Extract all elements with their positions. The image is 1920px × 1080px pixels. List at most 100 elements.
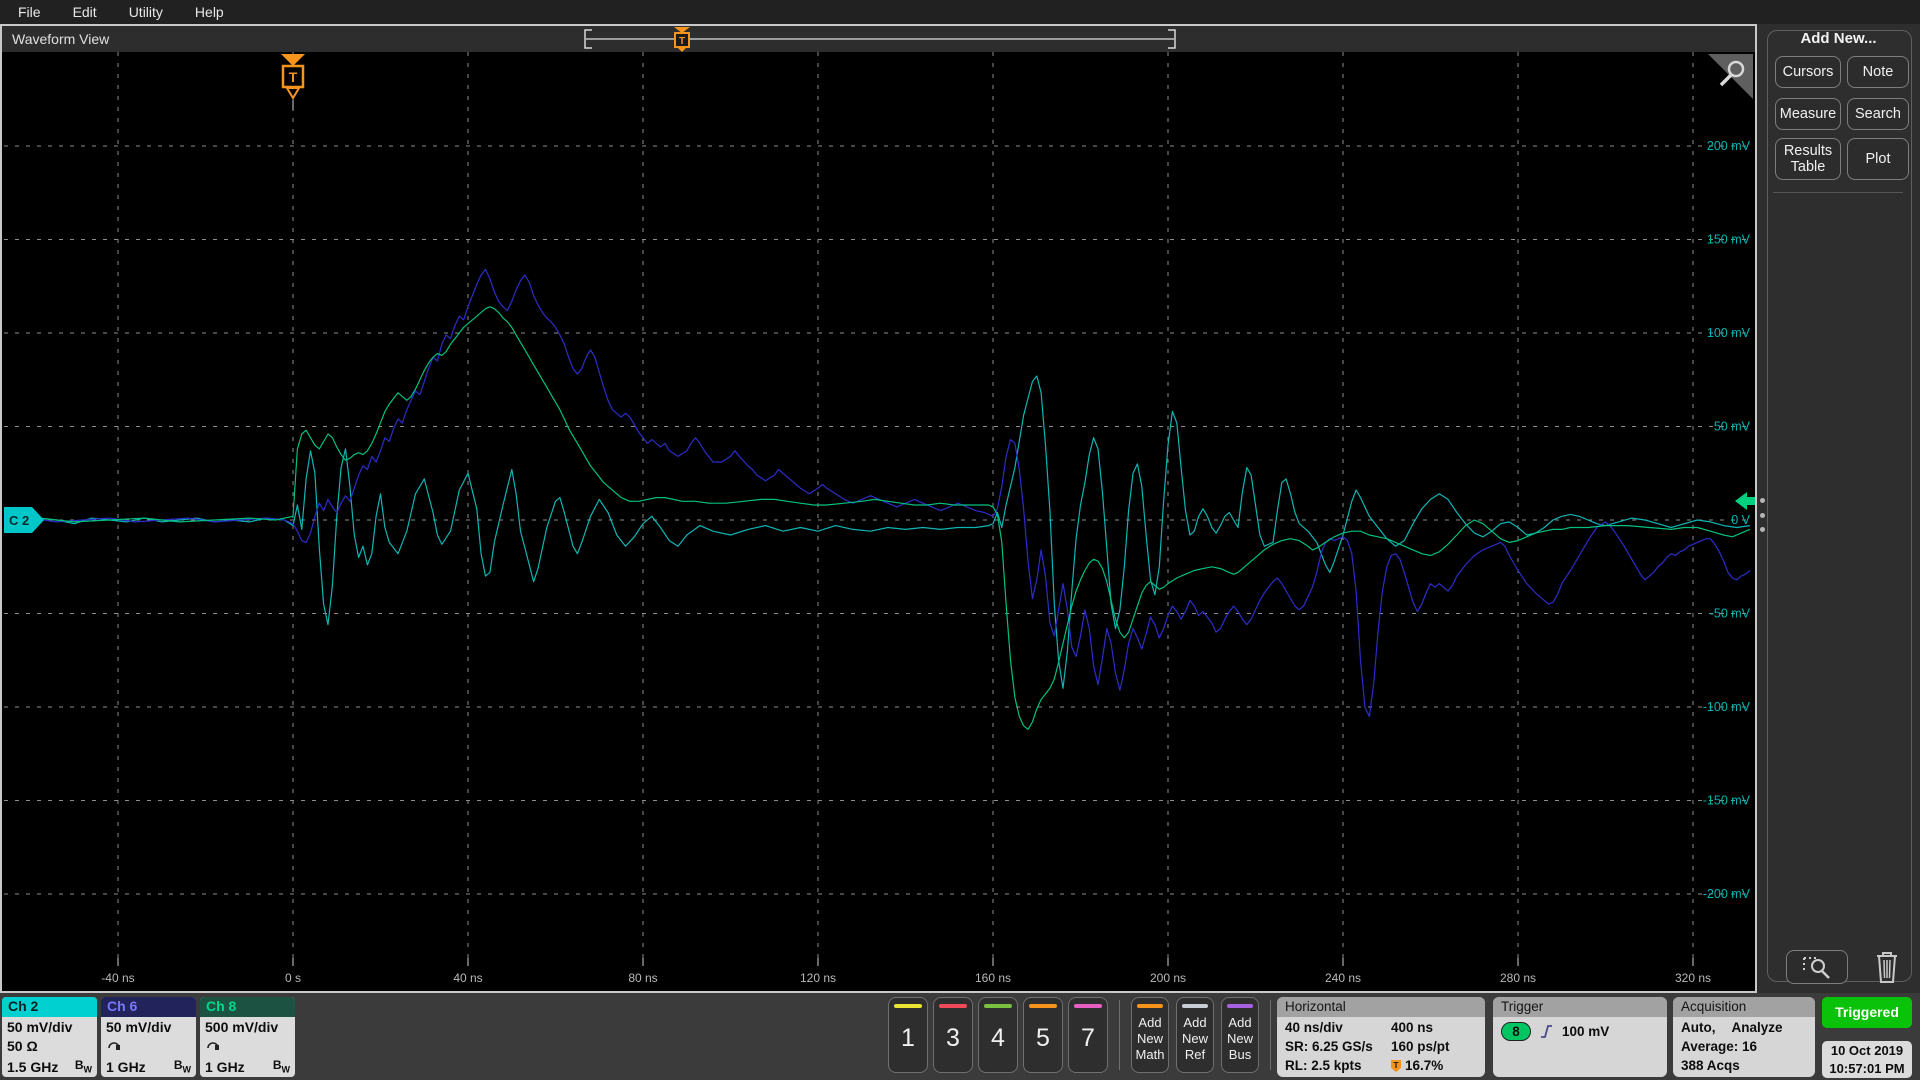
svg-text:-150 mV: -150 mV: [1703, 794, 1751, 808]
channel-badge-ch8[interactable]: Ch 8 500 mV/div 1 GHz BW: [200, 997, 295, 1077]
waveform-view-title: Waveform View: [12, 31, 109, 47]
oscilloscope-screen: File Edit Utility Help Waveform View T: [0, 0, 1920, 1080]
acquisition-count: 388 Acqs: [1681, 1056, 1807, 1075]
svg-text:200 ns: 200 ns: [1150, 971, 1186, 985]
svg-text:320 ns: 320 ns: [1675, 971, 1711, 985]
record-trigger-marker[interactable]: T: [674, 27, 690, 52]
waveform-traces: [4, 269, 1750, 729]
channel-badge-ch8-header: Ch 8: [200, 997, 295, 1017]
channel-5-button[interactable]: 5: [1023, 997, 1063, 1073]
channel-badge-ch6[interactable]: Ch 6 50 mV/div 1 GHz BW: [101, 997, 196, 1077]
channel-badge-ch2[interactable]: Ch 2 50 mV/div 50 Ω 1.5 GHz BW: [2, 997, 97, 1077]
svg-text:0 V: 0 V: [1731, 513, 1750, 527]
add-new-header: Add New...: [1757, 30, 1920, 47]
bandwidth-limit-icon: BW: [174, 1056, 191, 1077]
horizontal-badge[interactable]: Horizontal 40 ns/div 400 ns SR: 6.25 GS/…: [1277, 997, 1485, 1077]
acquisition-title: Acquisition: [1673, 997, 1815, 1017]
ch2-scale: 50 mV/div: [7, 1018, 92, 1037]
right-sidebar: Add New... Cursors Note Measure Search R…: [1757, 24, 1920, 993]
horizontal-window: 400 ns: [1391, 1018, 1477, 1037]
channel-3-color: [939, 1004, 967, 1008]
svg-text:150 mV: 150 mV: [1707, 233, 1751, 247]
trigger-badge[interactable]: Trigger 8 100 mV: [1493, 997, 1667, 1077]
svg-text:-100 mV: -100 mV: [1703, 700, 1751, 714]
probe-icon: [205, 1037, 222, 1051]
resolution: 160 ps/pt: [1391, 1037, 1477, 1056]
svg-text:T: T: [1393, 1060, 1399, 1070]
math-color: [1137, 1004, 1163, 1008]
menu-help[interactable]: Help: [195, 4, 224, 20]
ref-color: [1182, 1004, 1208, 1008]
trigger-level-arrow[interactable]: [1735, 492, 1755, 510]
add-measure-button[interactable]: Measure: [1775, 98, 1841, 130]
grid-lines: [4, 52, 1752, 966]
trigger-position-marker[interactable]: T: [281, 54, 305, 110]
sample-rate: SR: 6.25 GS/s: [1285, 1037, 1391, 1056]
channel-5-color: [1029, 1004, 1057, 1008]
add-new-ref-button[interactable]: AddNewRef: [1176, 997, 1214, 1073]
trace-ch6: [4, 269, 1750, 716]
record-length: RL: 2.5 kpts: [1285, 1056, 1391, 1075]
channel-4-color: [984, 1004, 1012, 1008]
triggered-status-badge: Triggered: [1822, 997, 1912, 1028]
horizontal-title: Horizontal: [1277, 997, 1485, 1017]
channel-badge-ch2-header: Ch 2: [2, 997, 97, 1017]
svg-text:C 2: C 2: [9, 513, 29, 528]
add-cursors-button[interactable]: Cursors: [1775, 56, 1841, 88]
divider: [1270, 1000, 1271, 1070]
waveform-view-window: Waveform View T -40 ns0 s40 ns80 ns120 n…: [0, 24, 1757, 993]
ch8-scale: 500 mV/div: [205, 1018, 290, 1037]
channel-1-button[interactable]: 1: [888, 997, 928, 1073]
zoom-select-button[interactable]: [1786, 950, 1848, 984]
channel-3-button[interactable]: 3: [933, 997, 973, 1073]
zoom-select-icon: [1800, 954, 1834, 980]
ch6-bandwidth: 1 GHz: [106, 1058, 146, 1077]
trigger-title: Trigger: [1493, 997, 1667, 1017]
svg-text:280 ns: 280 ns: [1500, 971, 1536, 985]
add-new-math-button[interactable]: AddNewMath: [1131, 997, 1169, 1073]
trigger-position-icon: T: [1391, 1059, 1402, 1073]
divider: [1119, 1000, 1120, 1070]
svg-text:-50 mV: -50 mV: [1710, 607, 1751, 621]
waveform-view-titlebar[interactable]: Waveform View T: [2, 26, 1755, 52]
menu-edit[interactable]: Edit: [73, 4, 97, 20]
waveform-graticule[interactable]: -40 ns0 s40 ns80 ns120 ns160 ns200 ns240…: [2, 52, 1755, 991]
sidebar-divider: [1773, 192, 1903, 193]
acquisition-average: Average: 16: [1681, 1037, 1807, 1056]
ch2-bandwidth: 1.5 GHz: [7, 1058, 58, 1077]
svg-text:-200 mV: -200 mV: [1703, 887, 1751, 901]
add-plot-button[interactable]: Plot: [1847, 138, 1909, 180]
record-view-bar[interactable]: T: [578, 27, 1182, 52]
date: 10 Oct 2019: [1822, 1042, 1912, 1060]
acquisition-badge[interactable]: Acquisition Auto, Analyze Average: 16 38…: [1673, 997, 1815, 1077]
channel-badge-ch6-header: Ch 6: [101, 997, 196, 1017]
rising-edge-icon: [1539, 1023, 1554, 1040]
channel-reference-badge-c2[interactable]: C 2: [4, 507, 44, 533]
channel-4-button[interactable]: 4: [978, 997, 1018, 1073]
svg-text:T: T: [679, 36, 685, 47]
svg-text:-40 ns: -40 ns: [101, 971, 134, 985]
add-results-table-button[interactable]: Results Table: [1775, 138, 1841, 180]
svg-text:T: T: [289, 69, 298, 85]
add-note-button[interactable]: Note: [1847, 56, 1909, 88]
horizontal-scale: 40 ns/div: [1285, 1018, 1391, 1037]
svg-text:100 mV: 100 mV: [1707, 326, 1751, 340]
bus-color: [1227, 1004, 1253, 1008]
ch6-scale: 50 mV/div: [106, 1018, 191, 1037]
channel-7-color: [1074, 1004, 1102, 1008]
trash-icon[interactable]: [1871, 946, 1903, 986]
svg-text:80 ns: 80 ns: [628, 971, 657, 985]
acquisition-mode: Auto,: [1681, 1018, 1716, 1037]
panel-drag-handle[interactable]: [1760, 498, 1766, 532]
channel-7-button[interactable]: 7: [1068, 997, 1108, 1073]
zoom-corner-icon[interactable]: [1708, 54, 1753, 99]
menu-file[interactable]: File: [18, 4, 41, 20]
ch8-bandwidth: 1 GHz: [205, 1058, 245, 1077]
add-search-button[interactable]: Search: [1847, 98, 1909, 130]
menu-utility[interactable]: Utility: [129, 4, 163, 20]
svg-text:50 mV: 50 mV: [1714, 420, 1751, 434]
bandwidth-limit-icon: BW: [75, 1056, 92, 1077]
add-new-bus-button[interactable]: AddNewBus: [1221, 997, 1259, 1073]
svg-text:120 ns: 120 ns: [800, 971, 836, 985]
time: 10:57:01 PM: [1822, 1060, 1912, 1078]
